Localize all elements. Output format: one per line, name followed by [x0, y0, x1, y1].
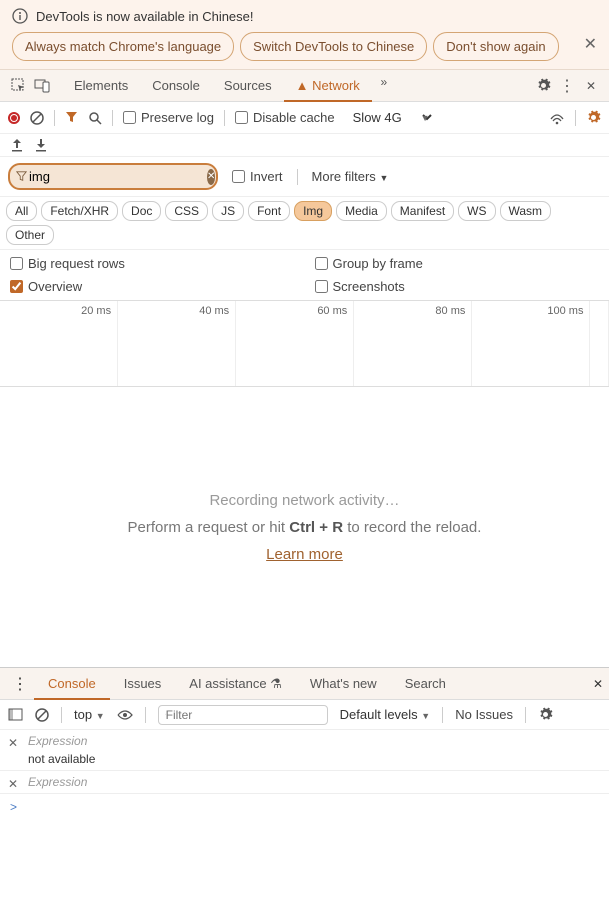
- dont-show-again-button[interactable]: Don't show again: [433, 32, 558, 61]
- type-media[interactable]: Media: [336, 201, 387, 221]
- timeline-tick: 40 ms: [199, 305, 229, 317]
- record-button[interactable]: [8, 112, 20, 124]
- sidebar-toggle-icon[interactable]: [8, 708, 23, 721]
- more-filters-button[interactable]: More filters ▼: [312, 169, 389, 184]
- filter-input[interactable]: [27, 167, 207, 186]
- type-filter-row: All Fetch/XHR Doc CSS JS Font Img Media …: [0, 197, 609, 250]
- tab-elements[interactable]: Elements: [62, 70, 140, 101]
- type-fetch[interactable]: Fetch/XHR: [41, 201, 118, 221]
- timeline-tick: 60 ms: [317, 305, 347, 317]
- banner-title: DevTools is now available in Chinese!: [36, 9, 254, 24]
- timeline-tick: 100 ms: [547, 305, 583, 317]
- throttling-select[interactable]: Slow 4G ▼: [345, 107, 430, 128]
- type-img[interactable]: Img: [294, 201, 332, 221]
- close-devtools-icon[interactable]: ✕: [579, 74, 603, 98]
- group-frame-checkbox[interactable]: Group by frame: [315, 256, 600, 271]
- live-expression-1: ✕ Expression not available: [0, 730, 609, 771]
- info-icon: [12, 8, 28, 24]
- network-settings-icon[interactable]: [586, 110, 601, 125]
- console-settings-icon[interactable]: [538, 707, 553, 722]
- invert-checkbox[interactable]: Invert: [232, 169, 283, 184]
- drawer-kebab-icon[interactable]: ⋮: [6, 674, 34, 694]
- expr-label[interactable]: Expression: [28, 775, 599, 789]
- filter-toggle-icon[interactable]: [65, 111, 78, 124]
- type-wasm[interactable]: Wasm: [500, 201, 552, 221]
- drawer-tab-whatsnew[interactable]: What's new: [296, 668, 391, 699]
- live-expression-2: ✕ Expression: [0, 771, 609, 794]
- type-ws[interactable]: WS: [458, 201, 495, 221]
- main-tabbar: Elements Console Sources ▲ Network » ⋮ ✕: [0, 70, 609, 102]
- download-icon[interactable]: [34, 138, 48, 152]
- no-issues-text[interactable]: No Issues: [455, 707, 513, 722]
- levels-select[interactable]: Default levels ▼: [340, 707, 431, 722]
- switch-chinese-button[interactable]: Switch DevTools to Chinese: [240, 32, 427, 61]
- clear-icon[interactable]: [30, 111, 44, 125]
- view-options: Big request rows Group by frame Overview…: [0, 250, 609, 301]
- inspect-icon[interactable]: [6, 74, 30, 98]
- recording-text: Recording network activity…: [209, 492, 399, 509]
- more-tabs-icon[interactable]: »: [372, 70, 396, 94]
- timeline-overview[interactable]: 20 ms 40 ms 60 ms 80 ms 100 ms: [0, 301, 609, 387]
- tab-network[interactable]: ▲ Network: [284, 70, 372, 101]
- network-toolbar: Preserve log Disable cache Slow 4G ▼: [0, 102, 609, 134]
- expr-label[interactable]: Expression: [28, 734, 599, 748]
- language-banner: DevTools is now available in Chinese! Al…: [0, 0, 609, 70]
- search-icon[interactable]: [88, 111, 102, 125]
- console-prompt[interactable]: >: [0, 794, 609, 820]
- import-export-row: [0, 134, 609, 157]
- type-css[interactable]: CSS: [165, 201, 208, 221]
- type-js[interactable]: JS: [212, 201, 244, 221]
- flask-icon: ⚗: [270, 676, 282, 691]
- device-icon[interactable]: [30, 74, 54, 98]
- remove-expr-icon[interactable]: ✕: [8, 736, 18, 750]
- match-language-button[interactable]: Always match Chrome's language: [12, 32, 234, 61]
- empty-state: Recording network activity… Perform a re…: [0, 387, 609, 667]
- type-doc[interactable]: Doc: [122, 201, 161, 221]
- learn-more-link[interactable]: Learn more: [266, 546, 343, 563]
- drawer-close-icon[interactable]: ✕: [593, 677, 603, 691]
- close-icon[interactable]: ✕: [584, 34, 597, 54]
- gear-icon[interactable]: [531, 74, 555, 98]
- hint-text: Perform a request or hit Ctrl + R to rec…: [128, 519, 482, 536]
- type-all[interactable]: All: [6, 201, 37, 221]
- filter-row: ✕ Invert More filters ▼: [0, 157, 609, 197]
- warning-icon: ▲: [296, 78, 309, 93]
- timeline-tick: 80 ms: [435, 305, 465, 317]
- network-conditions-icon[interactable]: [549, 111, 565, 125]
- upload-icon[interactable]: [10, 138, 24, 152]
- drawer: ⋮ Console Issues AI assistance ⚗ What's …: [0, 667, 609, 820]
- kebab-icon[interactable]: ⋮: [555, 74, 579, 98]
- context-select[interactable]: top ▼: [74, 707, 105, 722]
- disable-cache-checkbox[interactable]: Disable cache: [235, 110, 335, 125]
- drawer-tab-console[interactable]: Console: [34, 668, 110, 699]
- type-font[interactable]: Font: [248, 201, 290, 221]
- drawer-tabbar: ⋮ Console Issues AI assistance ⚗ What's …: [0, 668, 609, 700]
- big-rows-checkbox[interactable]: Big request rows: [10, 256, 295, 271]
- drawer-tab-issues[interactable]: Issues: [110, 668, 176, 699]
- drawer-tab-search[interactable]: Search: [391, 668, 460, 699]
- tab-console[interactable]: Console: [140, 70, 212, 101]
- expr-value: not available: [28, 752, 599, 766]
- clear-console-icon[interactable]: [35, 708, 49, 722]
- console-filter-input[interactable]: [158, 705, 328, 725]
- screenshots-checkbox[interactable]: Screenshots: [315, 279, 600, 294]
- eye-icon[interactable]: [117, 709, 133, 721]
- remove-expr-icon[interactable]: ✕: [8, 777, 18, 791]
- clear-filter-icon[interactable]: ✕: [207, 169, 215, 185]
- filter-input-wrapper: ✕: [8, 163, 218, 190]
- type-other[interactable]: Other: [6, 225, 54, 245]
- preserve-log-checkbox[interactable]: Preserve log: [123, 110, 214, 125]
- overview-checkbox[interactable]: Overview: [10, 279, 295, 294]
- timeline-tick: 20 ms: [81, 305, 111, 317]
- drawer-tab-ai[interactable]: AI assistance ⚗: [175, 668, 296, 700]
- type-manifest[interactable]: Manifest: [391, 201, 454, 221]
- funnel-icon: [16, 171, 27, 182]
- tab-sources[interactable]: Sources: [212, 70, 284, 101]
- console-toolbar: top ▼ Default levels ▼ No Issues: [0, 700, 609, 730]
